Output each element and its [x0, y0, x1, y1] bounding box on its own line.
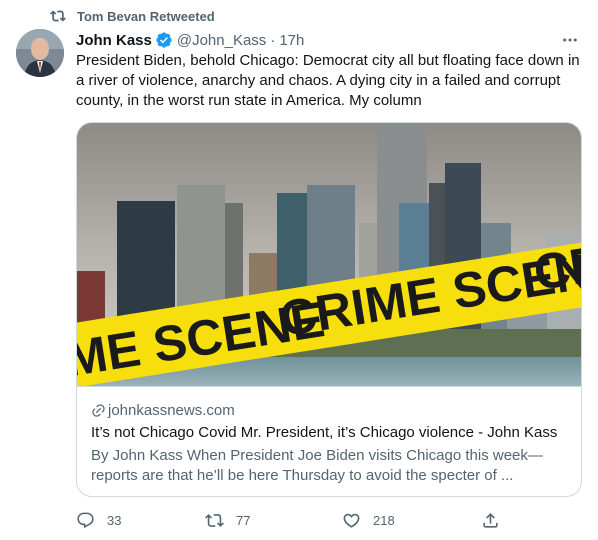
- avatar[interactable]: [16, 29, 64, 77]
- author-handle[interactable]: @John_Kass: [177, 32, 266, 49]
- tweet-header: John Kass @John_Kass · 17h: [76, 30, 304, 50]
- retweet-icon: [205, 513, 224, 527]
- retweeted-by-label[interactable]: Tom Bevan Retweeted: [77, 9, 215, 24]
- verified-badge-icon: [156, 32, 172, 48]
- tweet-text: President Biden, behold Chicago: Democra…: [76, 52, 580, 109]
- avatar-image: [16, 29, 64, 77]
- link-card[interactable]: IME SCENE CRIME SCENE CR johnkassnews.co…: [76, 122, 582, 497]
- retweet-count: 77: [236, 512, 251, 528]
- reply-icon: [77, 512, 94, 528]
- separator: ·: [270, 31, 276, 49]
- like-count: 218: [373, 512, 395, 528]
- more-options-icon: [563, 38, 577, 42]
- retweet-icon: [50, 10, 66, 22]
- card-domain: johnkassnews.com: [91, 402, 235, 419]
- tape-text: CR: [530, 234, 582, 301]
- more-options-button[interactable]: [558, 30, 582, 50]
- card-title: It’s not Chicago Covid Mr. President, it…: [91, 424, 558, 441]
- card-domain-text: johnkassnews.com: [108, 402, 235, 419]
- share-icon: [483, 512, 498, 528]
- link-icon: [92, 404, 105, 417]
- card-description: By John Kass When President Joe Biden vi…: [91, 447, 543, 484]
- tweet-timestamp[interactable]: 17h: [279, 32, 304, 49]
- reply-count: 33: [107, 512, 122, 528]
- like-button[interactable]: 218: [342, 509, 395, 531]
- reply-button[interactable]: 33: [76, 509, 121, 531]
- tweet-actions: 33 77 218: [76, 509, 582, 531]
- retweet-button[interactable]: 77: [205, 509, 250, 531]
- heart-icon: [343, 513, 360, 528]
- card-image[interactable]: IME SCENE CRIME SCENE CR: [77, 123, 582, 387]
- share-button[interactable]: [481, 509, 500, 531]
- chicago-skyline-crime-tape-image: IME SCENE CRIME SCENE CR: [77, 123, 582, 386]
- author-name[interactable]: John Kass: [76, 32, 152, 49]
